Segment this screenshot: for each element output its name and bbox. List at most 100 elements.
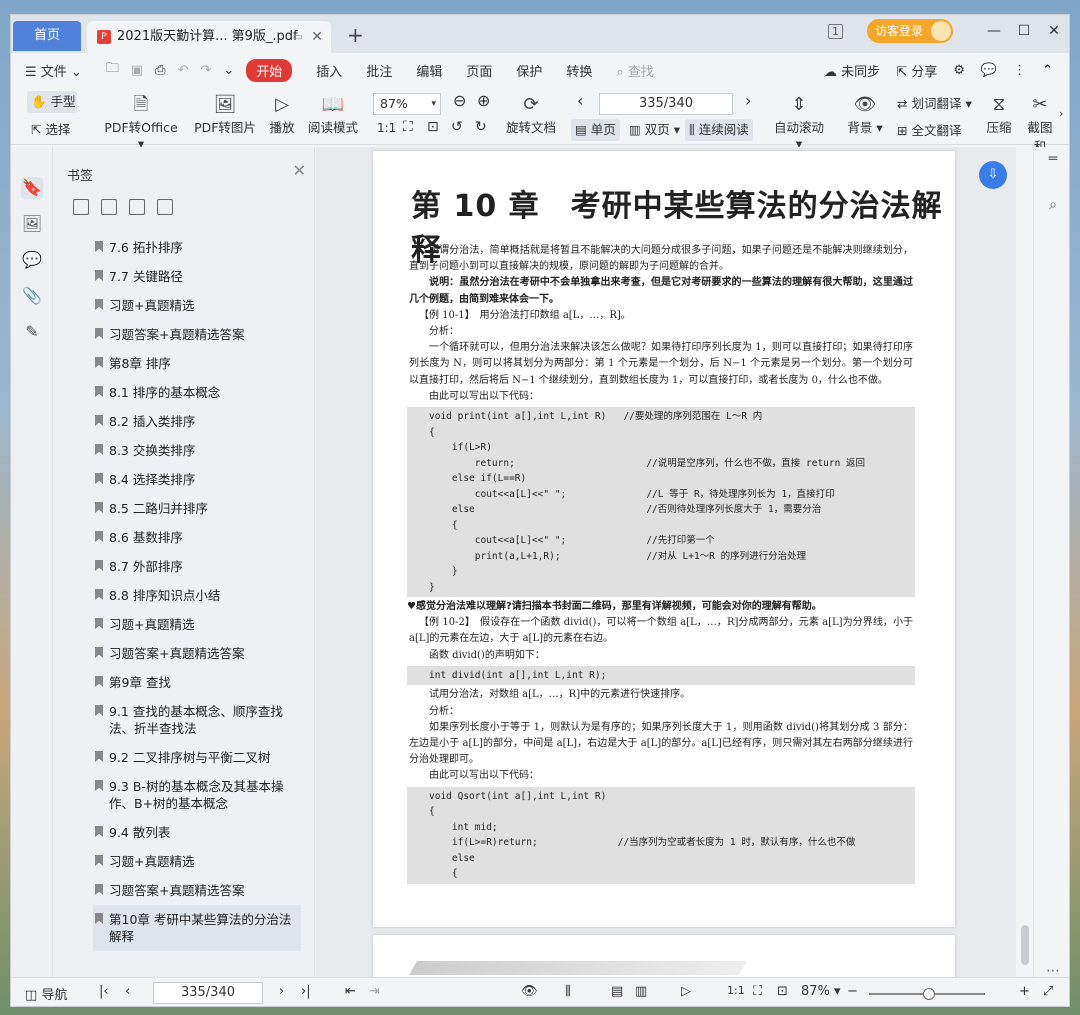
- bookmark-item[interactable]: 习题答案+真题精选答案: [93, 639, 301, 668]
- double-page-status-icon[interactable]: ▥: [635, 984, 647, 999]
- zoom-select[interactable]: 87% ▾: [373, 93, 441, 115]
- screenshot-button[interactable]: ✂ 截图和: [1023, 93, 1057, 155]
- bookmark-icon[interactable]: [157, 199, 173, 215]
- redo-icon[interactable]: ↷: [200, 63, 211, 78]
- continuous-status-icon[interactable]: ⫼: [565, 984, 571, 999]
- ribbon-scroll-right-icon[interactable]: ›: [1059, 107, 1063, 120]
- status-zoom-value[interactable]: 87% ▾: [801, 984, 841, 999]
- play-status-icon[interactable]: ▷: [681, 984, 691, 999]
- last-page-icon[interactable]: ›|: [301, 984, 311, 999]
- comment-icon[interactable]: 💬: [981, 63, 997, 78]
- eye-protect-icon[interactable]: 👁: [521, 984, 538, 999]
- bookmark-item[interactable]: 9.3 B-树的基本概念及其基本操作、B+树的基本概念: [93, 772, 301, 818]
- more-icon[interactable]: ⋮: [1013, 63, 1026, 78]
- bookmark-item[interactable]: 9.1 查找的基本概念、顺序查找法、折半查找法: [93, 697, 301, 743]
- nav-toggle[interactable]: ◫ 导航: [25, 984, 67, 1003]
- menu-protect[interactable]: 保护: [516, 61, 542, 80]
- collapse-ribbon-icon[interactable]: ⌃: [1042, 63, 1053, 78]
- search-doc-icon[interactable]: ⌕: [1043, 197, 1063, 217]
- print-icon[interactable]: ⎙: [155, 63, 165, 78]
- zoom-out-status-icon[interactable]: −: [847, 984, 858, 999]
- bookmark-item[interactable]: 8.2 插入类排序: [93, 407, 301, 436]
- menu-file[interactable]: ☰ 文件 ⌄: [25, 61, 82, 80]
- undo-icon[interactable]: ↶: [178, 63, 189, 78]
- bookmark-item[interactable]: 9.4 散列表: [93, 818, 301, 847]
- panel-toggle-icon[interactable]: ═: [1043, 151, 1063, 171]
- thumbnail-panel-icon[interactable]: 🖼: [21, 213, 43, 235]
- expand-all-icon[interactable]: [73, 199, 89, 215]
- comment-panel-icon[interactable]: 💬: [21, 249, 43, 271]
- zoom-slider-knob[interactable]: [923, 988, 935, 1000]
- document-scrollbar[interactable]: [1021, 155, 1029, 985]
- bookmark-item[interactable]: 8.3 交换类排序: [93, 436, 301, 465]
- zoom-slider[interactable]: [869, 988, 985, 1000]
- back-view-icon[interactable]: ⇤: [345, 984, 356, 999]
- visitor-login-button[interactable]: 访客登录: [866, 19, 953, 43]
- tab-home[interactable]: 首页: [13, 21, 81, 51]
- window-count-badge[interactable]: 1: [827, 23, 843, 39]
- tab-pin-icon[interactable]: ▭: [293, 21, 303, 53]
- close-tab-icon[interactable]: ✕: [311, 21, 323, 53]
- fit-page-status-icon[interactable]: ⛶: [753, 984, 762, 999]
- search-box[interactable]: ⌕ 查找: [616, 61, 653, 80]
- signature-panel-icon[interactable]: ✎: [21, 321, 43, 343]
- bookmark-item-selected[interactable]: 第10章 考研中某些算法的分治法解释: [93, 905, 301, 951]
- fit-page-icon[interactable]: ⛶: [403, 119, 413, 135]
- fit-width-icon[interactable]: ⊡: [427, 119, 439, 135]
- bookmark-item[interactable]: 8.7 外部排序: [93, 552, 301, 581]
- menu-start[interactable]: 开始: [246, 58, 293, 82]
- continuous-read-button[interactable]: ⫼ 连续阅读: [685, 119, 753, 141]
- bookmark-item[interactable]: 习题+真题精选: [93, 847, 301, 876]
- share-button[interactable]: ⇱ 分享: [896, 61, 937, 80]
- next-page-status-icon[interactable]: ›: [279, 984, 284, 999]
- status-page-input[interactable]: 335/340: [153, 982, 263, 1004]
- bookmark-item[interactable]: 8.8 排序知识点小结: [93, 581, 301, 610]
- close-panel-icon[interactable]: ✕: [293, 161, 306, 180]
- read-mode-button[interactable]: 📖 阅读模式: [307, 93, 359, 136]
- pdf-to-image-button[interactable]: 🖼 PDF转图片: [193, 93, 257, 136]
- prev-page-status-icon[interactable]: ‹: [125, 984, 130, 999]
- menu-convert[interactable]: 转换: [566, 61, 592, 80]
- collapse-all-icon[interactable]: [101, 199, 117, 215]
- settings-icon[interactable]: ⚙: [953, 63, 965, 78]
- zoom-out-icon[interactable]: ⊖: [453, 91, 466, 110]
- pdf-to-office-button[interactable]: 🗎 PDF转Office ▾: [101, 93, 181, 151]
- bookmark-item[interactable]: 8.6 基数排序: [93, 523, 301, 552]
- save-icon[interactable]: ▣: [131, 63, 143, 78]
- bookmark-item[interactable]: 习题+真题精选: [93, 291, 301, 320]
- bookmark-item[interactable]: 9.2 二叉排序树与平衡二叉树: [93, 743, 301, 772]
- zoom-in-icon[interactable]: ⊕: [477, 91, 490, 110]
- add-tab-button[interactable]: +: [347, 21, 364, 49]
- zoom-status-icon[interactable]: ⊡: [777, 984, 788, 999]
- background-button[interactable]: 👁 背景 ▾: [847, 93, 883, 136]
- actual-size-status-icon[interactable]: 1:1: [727, 984, 745, 997]
- bookmark-item[interactable]: 7.7 关键路径: [93, 262, 301, 291]
- fullscreen-icon[interactable]: ⤢: [1043, 984, 1053, 999]
- prev-page-icon[interactable]: ‹: [577, 91, 583, 110]
- minimize-button[interactable]: —: [979, 23, 1009, 39]
- menu-page[interactable]: 页面: [466, 61, 492, 80]
- rotate-doc-button[interactable]: ⟳ 旋转文档: [505, 93, 557, 136]
- tab-document[interactable]: P 2021版天勤计算... 第9版_.pdf ▭ ✕: [87, 21, 331, 53]
- quick-access-dropdown-icon[interactable]: ⌄: [223, 63, 234, 78]
- bookmark-item[interactable]: 习题+真题精选: [93, 610, 301, 639]
- floating-tool-icon[interactable]: ⇩: [979, 161, 1007, 189]
- single-page-button[interactable]: ▤ 单页: [571, 119, 620, 141]
- menu-annotate[interactable]: 批注: [366, 61, 392, 80]
- bookmark-item[interactable]: 习题答案+真题精选答案: [93, 320, 301, 349]
- compress-button[interactable]: ⧖ 压缩: [983, 93, 1015, 136]
- bookmark-item[interactable]: 8.5 二路归并排序: [93, 494, 301, 523]
- double-page-button[interactable]: ▥ 双页 ▾: [625, 119, 684, 141]
- bookmark-panel-icon[interactable]: 🔖: [21, 177, 43, 199]
- bookmark-item[interactable]: 7.6 拓扑排序: [93, 233, 301, 262]
- select-tool-button[interactable]: ⇱ 选择: [27, 119, 70, 141]
- bookmark-item[interactable]: 第9章 查找: [93, 668, 301, 697]
- menu-edit[interactable]: 编辑: [416, 61, 442, 80]
- zoom-in-status-icon[interactable]: +: [1019, 984, 1030, 999]
- attachment-panel-icon[interactable]: 📎: [21, 285, 43, 307]
- page-number-input[interactable]: 335/340: [599, 93, 733, 115]
- auto-scroll-button[interactable]: ⇕ 自动滚动 ▾: [769, 93, 829, 151]
- word-translate-button[interactable]: ⇄ 划词翻译 ▾: [897, 93, 972, 112]
- rotate-right-icon[interactable]: ↻: [475, 119, 487, 135]
- bookmark-item[interactable]: 8.4 选择类排序: [93, 465, 301, 494]
